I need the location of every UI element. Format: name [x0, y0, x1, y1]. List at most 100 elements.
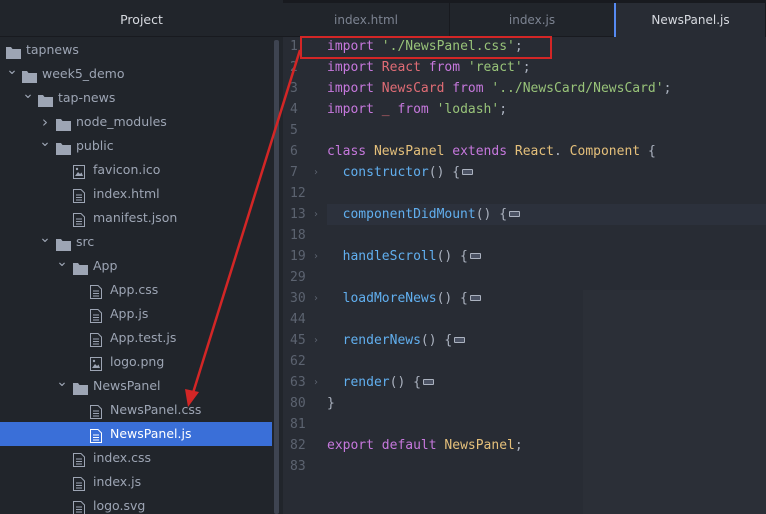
text-file-icon — [73, 187, 88, 203]
tree-folder[interactable]: ⌄ week5_demo — [0, 62, 272, 86]
tree-folder[interactable]: ⌄ App — [0, 254, 272, 278]
tree-item-label: index.js — [93, 474, 142, 489]
fold-toggle-icon[interactable]: › — [314, 330, 324, 351]
folded-code-marker-icon[interactable] — [469, 252, 481, 259]
code-token: NewsCard — [373, 81, 445, 96]
chevron-down-icon[interactable]: ⌄ — [39, 130, 51, 154]
code-token: } — [327, 396, 335, 411]
tree-file[interactable]: NewsPanel.css — [0, 398, 272, 422]
code-token: from — [444, 81, 484, 96]
fold-toggle-icon[interactable]: › — [314, 288, 324, 309]
code-line[interactable]: export default NewsPanel; — [327, 435, 523, 456]
tree-file[interactable]: index.html — [0, 182, 272, 206]
folded-code-marker-icon[interactable] — [462, 168, 474, 175]
code-token: renderNews — [327, 333, 421, 348]
line-number: 6 — [290, 144, 298, 159]
code-token: () { — [389, 375, 421, 390]
tree-file[interactable]: logo.png — [0, 350, 272, 374]
code-token: '../NewsCard/NewsCard' — [483, 81, 664, 96]
tree-item-label: manifest.json — [93, 210, 178, 225]
project-tree-panel: Project tapnews ⌄ week5_demo ⌄ tap-news › node… — [0, 0, 283, 514]
code-line[interactable]: renderNews() { — [327, 330, 466, 351]
tree-file[interactable]: NewsPanel.js — [0, 422, 272, 446]
tree-item-label: NewsPanel.js — [110, 426, 192, 441]
code-line[interactable]: import React from 'react'; — [327, 57, 531, 78]
tree-file[interactable]: App.css — [0, 278, 272, 302]
tree-folder[interactable]: ⌄ src — [0, 230, 272, 254]
tree-item-label: src — [76, 234, 95, 249]
fold-toggle-icon[interactable]: › — [314, 372, 324, 393]
tab-index-js[interactable]: index.js — [450, 3, 615, 37]
fold-toggle-icon[interactable]: › — [314, 162, 324, 183]
editor-scroll-area — [583, 290, 766, 514]
chevron-down-icon[interactable]: ⌄ — [6, 58, 18, 82]
code-token: _ — [373, 102, 390, 117]
tree-item-label: logo.png — [110, 354, 165, 369]
code-line[interactable]: handleScroll() { — [327, 246, 481, 267]
code-line[interactable]: constructor() { — [327, 162, 474, 183]
code-token: () { — [475, 207, 508, 222]
code-line[interactable]: render() { — [327, 372, 434, 393]
code-token: import — [327, 60, 374, 75]
folder-icon — [22, 67, 37, 83]
code-line[interactable]: componentDidMount() { — [327, 204, 521, 225]
code-token: { — [640, 144, 656, 159]
tree-file[interactable]: App.js — [0, 302, 272, 326]
line-number: 81 — [290, 417, 306, 432]
fold-toggle-icon[interactable]: › — [314, 204, 324, 225]
code-token: from — [420, 60, 461, 75]
code-token: export — [327, 438, 374, 453]
tree-file[interactable]: logo.svg — [0, 494, 272, 514]
chevron-down-icon[interactable]: ⌄ — [39, 226, 51, 250]
line-number: 62 — [290, 354, 306, 369]
tree-file[interactable]: index.css — [0, 446, 272, 470]
line-number: 29 — [290, 270, 306, 285]
tree-folder[interactable]: ⌄ public — [0, 134, 272, 158]
folded-code-marker-icon[interactable] — [509, 210, 521, 217]
tab-index-html[interactable]: index.html — [283, 3, 450, 37]
code-line[interactable]: } — [327, 393, 335, 414]
code-line[interactable]: class NewsPanel extends React. Component… — [327, 141, 656, 162]
line-number: 5 — [290, 123, 298, 138]
code-token: () { — [436, 291, 468, 306]
chevron-down-icon[interactable]: ⌄ — [22, 82, 34, 106]
tab-newspanel-js[interactable]: NewsPanel.js — [614, 3, 766, 38]
tree-folder[interactable]: ⌄ tap-news — [0, 86, 272, 110]
image-file-icon — [73, 163, 88, 179]
code-line[interactable]: import _ from 'lodash'; — [327, 99, 507, 120]
code-token: NewsPanel — [366, 144, 445, 159]
code-token: componentDidMount — [327, 207, 476, 222]
chevron-down-icon[interactable]: ⌄ — [56, 370, 68, 394]
image-file-icon — [90, 355, 105, 371]
tree-item-label: App.js — [110, 306, 149, 321]
chevron-down-icon[interactable]: ⌄ — [56, 250, 68, 274]
folder-icon — [38, 91, 53, 107]
tree-file[interactable]: App.test.js — [0, 326, 272, 350]
code-token: from — [389, 102, 429, 117]
code-line[interactable]: loadMoreNews() { — [327, 288, 481, 309]
tree-folder[interactable]: tapnews — [0, 38, 272, 62]
folded-code-marker-icon[interactable] — [454, 336, 466, 343]
folded-code-marker-icon[interactable] — [422, 378, 434, 385]
tree-item-label: node_modules — [76, 114, 167, 129]
text-file-icon — [73, 451, 88, 467]
folder-icon — [56, 235, 71, 251]
tree-item-label: week5_demo — [42, 66, 125, 81]
tree-item-label: tapnews — [26, 42, 79, 57]
code-token: render — [327, 375, 390, 390]
line-number: 3 — [290, 81, 298, 96]
tree-scrollbar[interactable] — [274, 40, 279, 514]
project-panel-title: Project — [0, 3, 283, 37]
code-token: constructor — [327, 165, 429, 180]
fold-toggle-icon[interactable]: › — [314, 246, 324, 267]
tab-bar: index.html index.js NewsPanel.js — [283, 3, 766, 38]
code-token: React — [373, 60, 421, 75]
tree-file[interactable]: index.js — [0, 470, 272, 494]
code-token: React — [507, 144, 555, 159]
text-file-icon — [73, 499, 88, 514]
tree-folder[interactable]: ⌄ NewsPanel — [0, 374, 272, 398]
code-line[interactable]: import NewsCard from '../NewsCard/NewsCa… — [327, 78, 671, 99]
tree-file[interactable]: favicon.ico — [0, 158, 272, 182]
folded-code-marker-icon[interactable] — [469, 294, 481, 301]
tree-item-label: index.css — [93, 450, 152, 465]
